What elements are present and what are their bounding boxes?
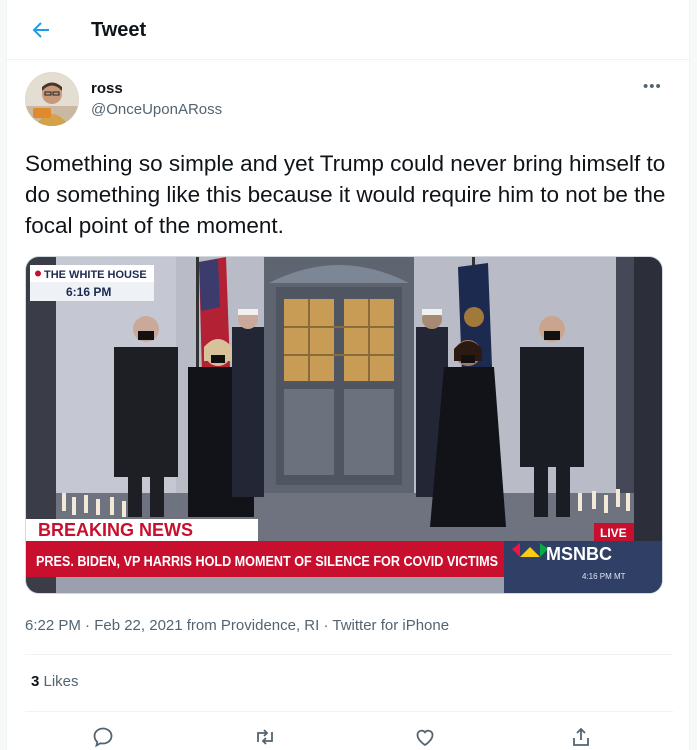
location-label: THE WHITE HOUSE xyxy=(44,269,147,281)
clock-label: 6:16 PM xyxy=(66,285,111,299)
tweet-column: Tweet ross @OnceUponARoss ••• Something … xyxy=(6,0,691,750)
avatar[interactable] xyxy=(25,72,79,126)
tweet-meta: 6:22 PM · Feb 22, 2021 from Providence, … xyxy=(25,617,450,634)
author-name[interactable]: ross xyxy=(91,80,123,97)
breaking-news-label: BREAKING NEWS xyxy=(38,520,193,540)
tweet-text: Something so simple and yet Trump could … xyxy=(25,151,666,238)
likes-label: Likes xyxy=(39,673,79,690)
like-icon[interactable] xyxy=(413,725,437,749)
headline-label: PRES. BIDEN, VP HARRIS HOLD MOMENT OF SI… xyxy=(36,553,498,570)
divider xyxy=(25,654,673,655)
back-arrow-icon[interactable] xyxy=(29,18,53,42)
retweet-icon[interactable] xyxy=(253,725,277,749)
network-time-label: 4:16 PM MT xyxy=(582,572,626,581)
live-label: LIVE xyxy=(600,526,627,540)
tweet-header: Tweet xyxy=(7,0,691,60)
author-handle[interactable]: @OnceUponARoss xyxy=(91,101,222,118)
divider xyxy=(25,711,673,712)
page-title: Tweet xyxy=(91,19,147,41)
reply-icon[interactable] xyxy=(91,725,115,749)
share-icon[interactable] xyxy=(569,725,593,749)
tweet-media[interactable]: THE WHITE HOUSE 6:16 PM BREAKING NEWS PR… xyxy=(25,256,663,594)
likes-count[interactable]: 3 Likes xyxy=(31,673,79,690)
more-icon[interactable]: ••• xyxy=(643,78,662,95)
network-label: MSNBC xyxy=(546,544,612,564)
